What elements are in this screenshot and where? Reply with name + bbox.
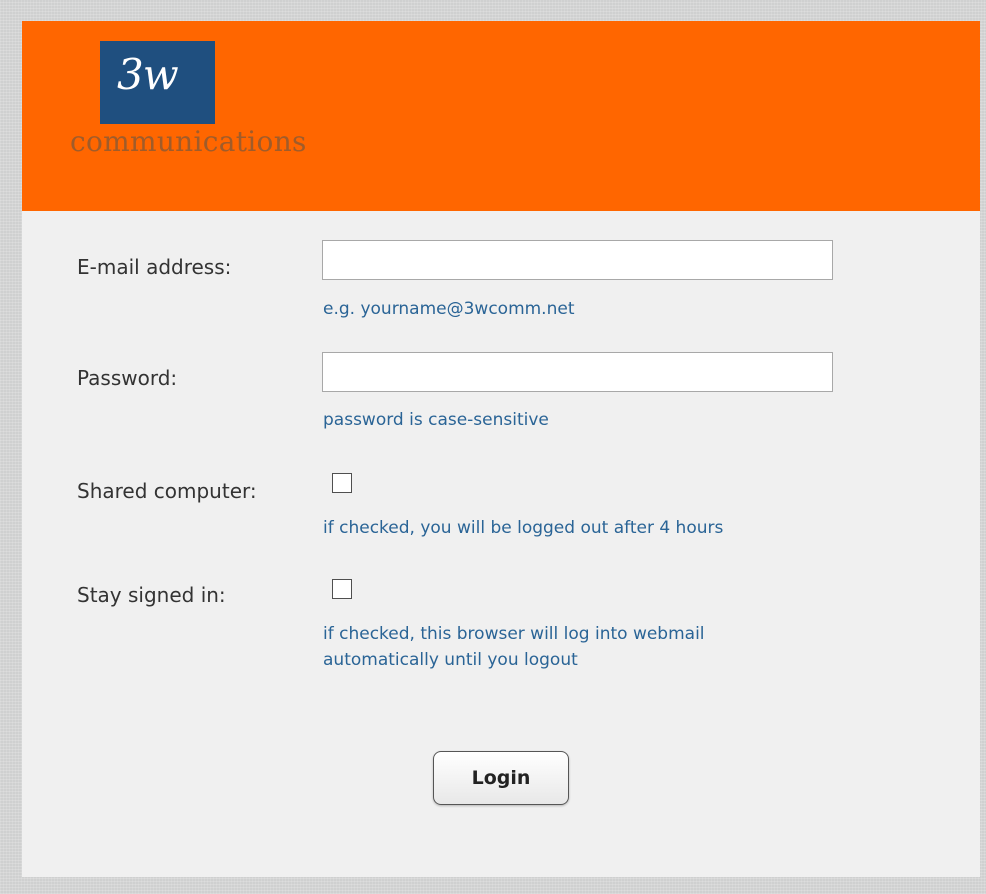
logo-wordmark: communications bbox=[70, 125, 307, 158]
email-field[interactable] bbox=[322, 240, 833, 280]
login-panel: 3w communications E-mail address: e.g. y… bbox=[22, 21, 980, 877]
stay-signed-in-checkbox[interactable] bbox=[332, 579, 352, 599]
password-field[interactable] bbox=[322, 352, 833, 392]
header-banner: 3w communications bbox=[22, 21, 980, 211]
password-label: Password: bbox=[77, 366, 178, 390]
shared-computer-label: Shared computer: bbox=[77, 479, 257, 503]
logo-mark-box: 3w bbox=[100, 41, 215, 124]
shared-computer-hint: if checked, you will be logged out after… bbox=[323, 518, 724, 538]
shared-computer-checkbox[interactable] bbox=[332, 473, 352, 493]
stay-signed-in-hint-line2: automatically until you logout bbox=[323, 650, 578, 670]
email-label: E-mail address: bbox=[77, 255, 232, 279]
stay-signed-in-hint-line1: if checked, this browser will log into w… bbox=[323, 624, 705, 644]
login-button[interactable]: Login bbox=[433, 751, 569, 805]
logo-mark: 3w bbox=[117, 50, 179, 99]
stay-signed-in-label: Stay signed in: bbox=[77, 583, 226, 607]
password-hint: password is case-sensitive bbox=[323, 410, 549, 430]
email-hint: e.g. yourname@3wcomm.net bbox=[323, 299, 575, 319]
